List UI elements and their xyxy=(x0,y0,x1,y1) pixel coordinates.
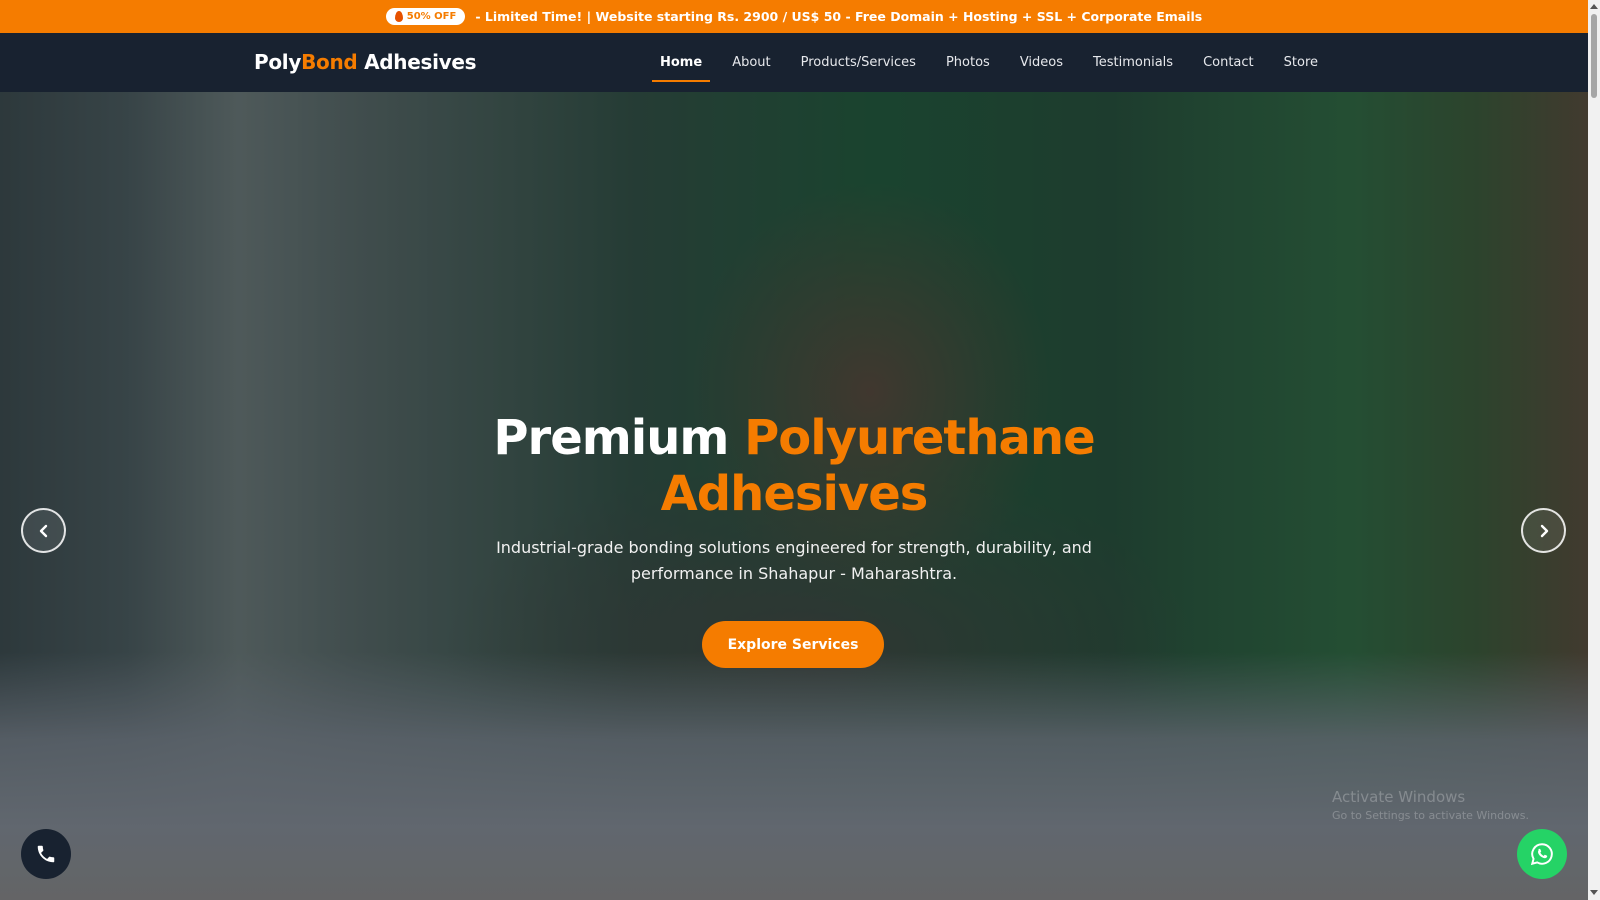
nav-item-contact[interactable]: Contact xyxy=(1188,33,1269,92)
brand-name-part3: Adhesives xyxy=(357,50,477,74)
hero-title-orange-line1: Polyurethane xyxy=(744,410,1096,466)
whatsapp-button[interactable] xyxy=(1517,829,1567,879)
slider-next-button[interactable] xyxy=(1521,508,1566,553)
brand-name-part2: Bond xyxy=(301,50,358,74)
watermark-subtitle: Go to Settings to activate Windows. xyxy=(1332,809,1530,822)
brand-name-part1: Poly xyxy=(254,50,302,74)
watermark-title: Activate Windows xyxy=(1332,788,1466,806)
flame-icon xyxy=(394,11,403,22)
nav-item-products-services[interactable]: Products/Services xyxy=(786,33,931,92)
hero-slider: Premium Polyurethane Adhesives Industria… xyxy=(0,92,1588,900)
slider-prev-button[interactable] xyxy=(21,508,66,553)
main-navbar: PolyBond Adhesives Home About Products/S… xyxy=(0,33,1588,92)
chevron-right-icon xyxy=(1540,524,1548,537)
discount-badge: 50% OFF xyxy=(385,8,466,25)
discount-badge-label: 50% OFF xyxy=(406,11,457,22)
scroll-up-arrow-icon[interactable] xyxy=(1590,4,1598,9)
nav-item-videos[interactable]: Videos xyxy=(1005,33,1078,92)
nav-item-testimonials[interactable]: Testimonials xyxy=(1078,33,1188,92)
explore-services-button[interactable]: Explore Services xyxy=(702,621,884,668)
nav-menu: Home About Products/Services Photos Vide… xyxy=(645,33,1333,92)
chevron-left-icon xyxy=(39,524,47,537)
promo-text: - Limited Time! | Website starting Rs. 2… xyxy=(475,9,1203,24)
whatsapp-icon xyxy=(1530,843,1553,866)
windows-activation-watermark: Activate Windows Go to Settings to activ… xyxy=(1332,788,1529,822)
hero-title: Premium Polyurethane Adhesives xyxy=(0,410,1588,522)
promo-bar[interactable]: 50% OFF - Limited Time! | Website starti… xyxy=(0,0,1588,33)
hero-title-orange-line2: Adhesives xyxy=(660,466,929,522)
scrollbar-thumb[interactable] xyxy=(1591,14,1597,98)
phone-icon xyxy=(37,845,55,863)
hero-title-white: Premium xyxy=(493,410,745,466)
nav-item-photos[interactable]: Photos xyxy=(931,33,1005,92)
call-button[interactable] xyxy=(21,829,71,879)
nav-item-about[interactable]: About xyxy=(717,33,785,92)
nav-item-home[interactable]: Home xyxy=(645,33,717,92)
brand-logo[interactable]: PolyBond Adhesives xyxy=(254,50,477,74)
page-scrollbar[interactable] xyxy=(1588,0,1600,900)
hero-subtitle: Industrial-grade bonding solutions engin… xyxy=(496,538,1092,583)
scroll-down-arrow-icon[interactable] xyxy=(1590,890,1598,895)
nav-item-store[interactable]: Store xyxy=(1269,33,1333,92)
